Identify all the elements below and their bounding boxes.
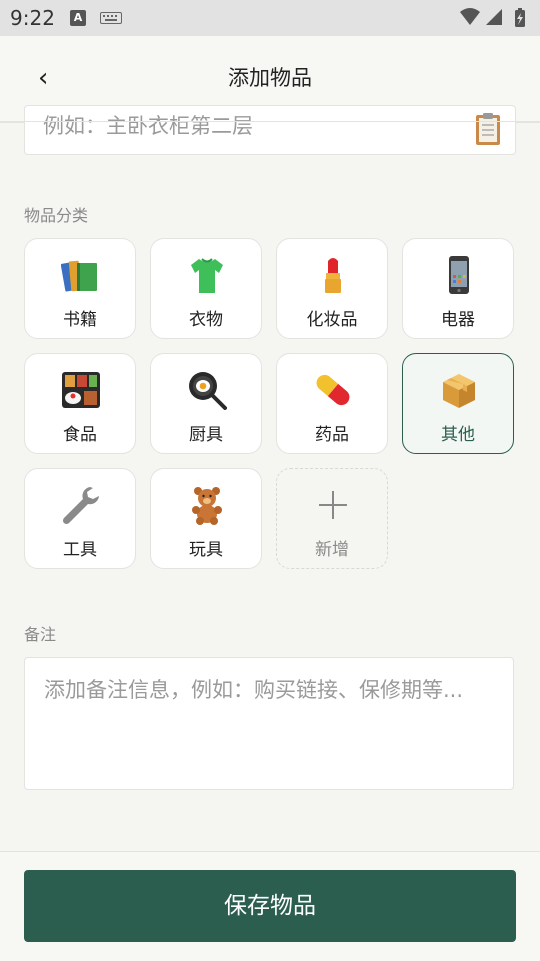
category-label: 衣物 [189, 310, 223, 330]
keyboard-icon [100, 12, 122, 24]
category-label: 化妆品 [306, 310, 358, 330]
bento-icon [62, 372, 100, 408]
clipboard-icon[interactable] [475, 112, 501, 146]
category-label: 食品 [63, 425, 97, 445]
status-bar: 9:22 A [0, 0, 540, 36]
category-label: 药品 [315, 425, 349, 445]
wifi-icon [460, 8, 480, 25]
bottom-bar: 保存物品 [0, 851, 540, 961]
location-input[interactable]: 例如：主卧衣柜第二层 [43, 110, 253, 140]
signal-icon [486, 9, 502, 25]
category-clothes[interactable]: 衣物 [150, 238, 262, 339]
category-other[interactable]: 其他 [402, 353, 514, 454]
category-food[interactable]: 食品 [24, 353, 136, 454]
teddy-bear-icon [192, 487, 222, 525]
category-electronics[interactable]: 电器 [402, 238, 514, 339]
package-icon [443, 374, 475, 408]
category-label: 工具 [63, 540, 97, 560]
input-method-badge: A [70, 10, 86, 26]
category-label: 新增 [315, 540, 349, 560]
battery-icon [515, 8, 525, 27]
category-label: 厨具 [189, 425, 223, 445]
location-field[interactable]: 例如：主卧衣柜第二层 [24, 105, 516, 155]
category-label: 玩具 [189, 540, 223, 560]
category-label: 电器 [441, 310, 475, 330]
app-bar-divider [0, 121, 540, 122]
plus-icon [319, 491, 347, 519]
wrench-icon [62, 487, 99, 525]
pill-icon [316, 374, 350, 406]
notes-section-label: 备注 [24, 625, 57, 644]
phone-icon [449, 256, 469, 294]
lipstick-icon [325, 258, 341, 293]
notes-textarea[interactable]: 添加备注信息，例如：购买链接、保修期等... [24, 657, 514, 790]
category-toys[interactable]: 玩具 [150, 468, 262, 569]
save-item-button[interactable]: 保存物品 [24, 870, 516, 942]
books-icon [61, 260, 97, 292]
category-label: 书籍 [63, 310, 97, 330]
notes-placeholder: 添加备注信息，例如：购买链接、保修期等... [44, 678, 464, 702]
category-cosmetics[interactable]: 化妆品 [276, 238, 388, 339]
status-indicators [460, 8, 525, 27]
category-kitchenware[interactable]: 厨具 [150, 353, 262, 454]
status-time: 9:22 [10, 6, 55, 30]
category-section-label: 物品分类 [24, 206, 89, 225]
category-books[interactable]: 书籍 [24, 238, 136, 339]
frying-pan-icon [189, 372, 227, 410]
category-tools[interactable]: 工具 [24, 468, 136, 569]
page-title: 添加物品 [228, 66, 312, 90]
category-label: 其他 [441, 425, 475, 445]
category-medicine[interactable]: 药品 [276, 353, 388, 454]
tshirt-icon [191, 258, 223, 293]
add-category-button[interactable]: 新增 [276, 468, 388, 569]
